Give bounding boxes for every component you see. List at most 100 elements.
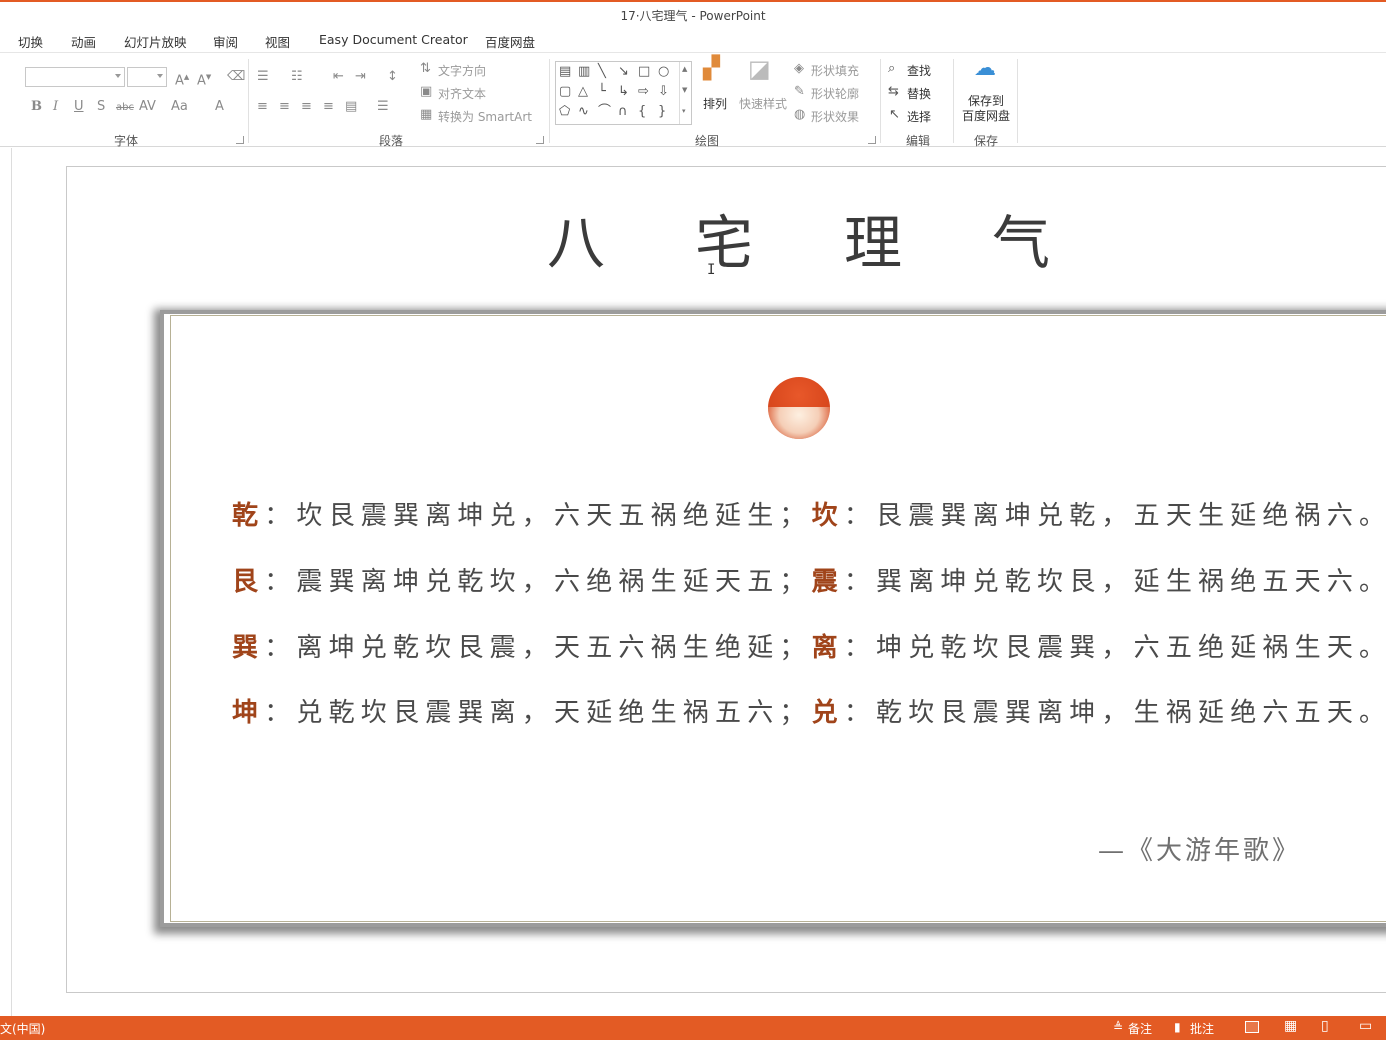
scribble-shape-icon[interactable]: ∿ — [578, 104, 589, 120]
shape-outline-button[interactable]: 形状轮廓 — [811, 85, 859, 102]
align-text-button[interactable]: 对齐文本 — [438, 85, 486, 102]
gallery-more-icon[interactable]: ▾ — [682, 107, 686, 115]
slide-title-char[interactable]: 气 — [992, 208, 1050, 278]
clear-format-icon[interactable]: ⌫ — [227, 69, 245, 85]
ribbon: A▲ A▼ ⌫ B I U S abc AV Aa A 字体 ☰ ☷ ⇤ ⇥ ↕… — [0, 52, 1386, 148]
find-button[interactable]: 查找 — [907, 62, 931, 79]
tab-slideshow[interactable]: 幻灯片放映 — [124, 32, 187, 51]
font-size-combo[interactable] — [127, 67, 167, 87]
slide-title-char[interactable]: 理 — [844, 208, 902, 278]
reading-view-icon[interactable]: ▯ — [1321, 1018, 1329, 1034]
font-color-icon[interactable]: A — [215, 99, 224, 115]
source-citation[interactable]: —《大游年歌》 — [1098, 830, 1301, 867]
underline-icon[interactable]: U — [74, 99, 84, 115]
scroll-down-icon[interactable]: ▼ — [682, 86, 687, 94]
normal-view-icon[interactable] — [1245, 1021, 1259, 1033]
shapes-gallery[interactable]: ▤ ▥ ╲ ↘ □ ○ ▢ △ └ ↳ ⇨ ⇩ ⬠ ∿ ⌒ ∩ { } ▲ ▼ … — [555, 61, 692, 125]
slide-sorter-view-icon[interactable]: ▦ — [1284, 1018, 1297, 1034]
columns-icon[interactable]: ☰ — [377, 99, 389, 115]
verse-line[interactable]: 巽：离坤兑乾坎艮震，天五六祸生绝延；离：坤兑乾坎艮震巽，六五绝延祸生天。 — [232, 632, 1386, 664]
right-brace-shape-icon[interactable]: } — [658, 104, 666, 120]
vertical-textbox-shape-icon[interactable]: ▥ — [578, 64, 590, 80]
arrow-line-shape-icon[interactable]: ↘ — [618, 64, 629, 80]
shadow-icon[interactable]: S — [97, 99, 105, 115]
freeform-shape-icon[interactable]: ⬠ — [559, 104, 570, 120]
gallery-scrollbar[interactable]: ▲ ▼ ▾ — [679, 62, 691, 124]
down-arrow-shape-icon[interactable]: ⇩ — [658, 84, 669, 100]
shrink-font-icon[interactable]: A▼ — [197, 69, 211, 89]
tab-easy-document-creator[interactable]: Easy Document Creator — [319, 32, 468, 47]
paragraph-group-label: 段落 — [379, 134, 404, 148]
triangle-shape-icon[interactable]: △ — [578, 84, 588, 100]
change-case-icon[interactable]: Aa — [171, 99, 188, 115]
oval-shape-icon[interactable]: ○ — [658, 64, 669, 80]
rounded-rect-shape-icon[interactable]: ▢ — [559, 84, 571, 100]
verse-text: ：艮震巽离坤兑乾，五天生延绝祸六。 — [843, 501, 1386, 531]
text-cursor-icon: I — [707, 262, 716, 278]
shape-effects-button[interactable]: 形状效果 — [811, 108, 859, 125]
justify-icon[interactable]: ≡ — [323, 99, 334, 115]
select-icon: ↖ — [889, 107, 900, 122]
tab-transitions[interactable]: 切换 — [18, 32, 43, 51]
font-dialog-launcher[interactable] — [236, 136, 244, 144]
slides-pane-edge[interactable] — [0, 148, 12, 1016]
quick-styles-button[interactable]: 快速样式 — [739, 95, 787, 112]
align-left-icon[interactable]: ≡ — [257, 99, 268, 115]
replace-button[interactable]: 替换 — [907, 85, 931, 102]
arrange-button[interactable]: 排列 — [703, 95, 727, 112]
comments-button[interactable]: 批注 — [1190, 1020, 1214, 1037]
rectangle-shape-icon[interactable]: □ — [638, 64, 650, 80]
arc-shape-icon[interactable]: ⌒ — [598, 104, 611, 120]
left-brace-shape-icon[interactable]: { — [638, 104, 646, 120]
italic-icon[interactable]: I — [53, 99, 58, 115]
convert-smartart-button[interactable]: 转换为 SmartArt — [438, 108, 532, 125]
elbow-arrow-shape-icon[interactable]: ↳ — [618, 84, 629, 100]
verse-line[interactable]: 乾：坎艮震巽离坤兑，六天五祸绝延生；坎：艮震巽离坤兑乾，五天生延绝祸六。 — [232, 500, 1386, 532]
verse-line[interactable]: 坤：兑乾坎艮震巽离，天延绝生祸五六；兑：乾坎艮震巽离坤，生祸延绝六五天。 — [232, 697, 1386, 729]
tab-view[interactable]: 视图 — [265, 32, 290, 51]
align-center-icon[interactable]: ≡ — [279, 99, 290, 115]
tab-animations[interactable]: 动画 — [71, 32, 96, 51]
line-spacing-icon[interactable]: ↕ — [387, 69, 398, 85]
right-arrow-shape-icon[interactable]: ⇨ — [638, 84, 649, 100]
paragraph-dialog-launcher[interactable] — [536, 136, 544, 144]
elbow-connector-shape-icon[interactable]: └ — [598, 84, 606, 100]
verse-line[interactable]: 艮：震巽离坤兑乾坎，六绝祸生延天五；震：巽离坤兑乾坎艮，延生祸绝五天六。 — [232, 566, 1386, 598]
verse-key: 乾 — [232, 501, 265, 531]
textbox-shape-icon[interactable]: ▤ — [559, 64, 571, 80]
tab-review[interactable]: 审阅 — [213, 32, 238, 51]
char-spacing-icon[interactable]: AV — [139, 99, 156, 115]
language-indicator[interactable]: 文(中国) — [0, 1020, 45, 1037]
smartart-icon: ▦ — [420, 107, 433, 122]
slide-title-char[interactable]: 八 — [547, 208, 605, 278]
slideshow-view-icon[interactable]: ▭ — [1359, 1018, 1372, 1034]
curve-shape-icon[interactable]: ∩ — [618, 104, 628, 120]
verse-text: ：巽离坤兑乾坎艮，延生祸绝五天六。 — [843, 567, 1386, 597]
numbering-icon[interactable]: ☷ — [291, 69, 303, 85]
select-button[interactable]: 选择 — [907, 108, 931, 125]
increase-indent-icon[interactable]: ⇥ — [355, 69, 366, 85]
strikethrough-icon[interactable]: abc — [116, 100, 134, 116]
bullets-icon[interactable]: ☰ — [257, 69, 269, 85]
shape-fill-button[interactable]: 形状填充 — [811, 62, 859, 79]
bold-icon[interactable]: B — [31, 99, 42, 115]
red-sun-image — [768, 377, 830, 439]
save-to-baidu-button[interactable]: 保存到 百度网盘 — [962, 94, 1010, 124]
notes-button[interactable]: 备注 — [1128, 1020, 1152, 1037]
drawing-dialog-launcher[interactable] — [868, 136, 876, 144]
group-separator — [1017, 59, 1018, 143]
line-shape-icon[interactable]: ╲ — [598, 64, 606, 80]
group-separator — [880, 59, 881, 143]
verse-key: 坤 — [232, 698, 265, 728]
slide-title-char[interactable]: 宅 — [695, 208, 753, 278]
tab-baidu-netdisk[interactable]: 百度网盘 — [485, 32, 535, 51]
grow-font-icon[interactable]: A▲ — [175, 69, 189, 89]
align-right-icon[interactable]: ≡ — [301, 99, 312, 115]
scroll-up-icon[interactable]: ▲ — [682, 65, 687, 73]
distributed-icon[interactable]: ▤ — [345, 99, 357, 115]
verse-text: ：兑乾坎艮震巽离，天延绝生祸五六； — [264, 698, 812, 728]
font-name-combo[interactable] — [25, 67, 125, 87]
text-direction-button[interactable]: 文字方向 — [438, 62, 486, 79]
quick-styles-icon: ◪ — [748, 55, 771, 83]
decrease-indent-icon[interactable]: ⇤ — [333, 69, 344, 85]
